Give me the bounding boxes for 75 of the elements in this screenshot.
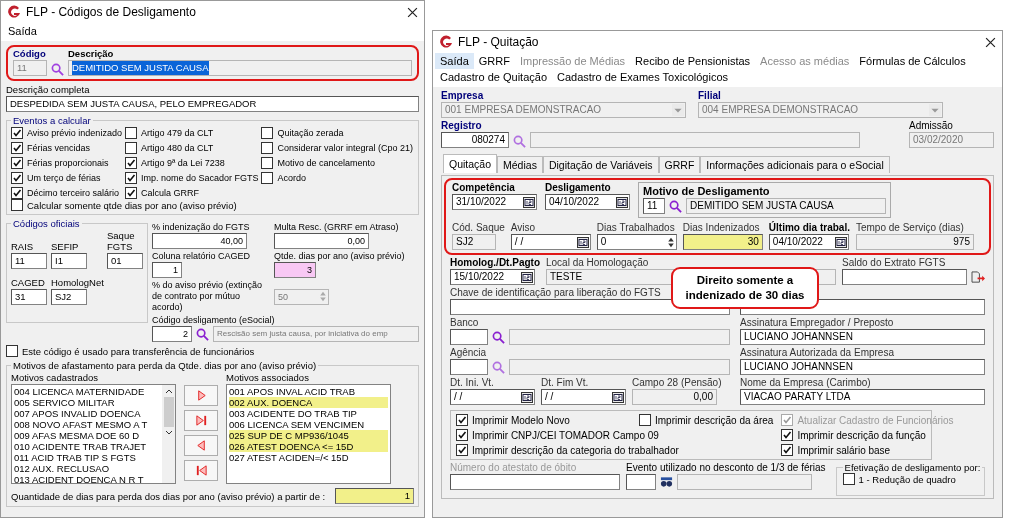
checkbox-label: Calcular somente qtde dias por ano (aviso prévio) bbox=[27, 199, 237, 211]
field-label: Admissão bbox=[909, 120, 953, 131]
field-label: Assinatura Empregador / Preposto bbox=[740, 317, 894, 328]
checkbox-label: Imprimir Modelo Novo bbox=[472, 414, 570, 426]
group-title: Eventos a calcular bbox=[12, 115, 92, 126]
field-label: Registro bbox=[441, 120, 482, 131]
list-label: Motivos cadastrados bbox=[11, 372, 99, 383]
checkbox-label: Artigo 9ª da Lei 7238 bbox=[140, 158, 225, 168]
field-label: HomologNet bbox=[51, 277, 104, 288]
field-label: Motivo de Desligamento bbox=[643, 185, 770, 197]
field-label: Tempo de Serviço (dias) bbox=[855, 222, 964, 233]
field-label: Saque FGTS bbox=[107, 230, 135, 252]
field-label: Local da Homologação bbox=[546, 257, 649, 268]
checkbox-label: 1 - Redução de quadro bbox=[858, 473, 956, 485]
checkbox-label: Férias vencidas bbox=[27, 143, 91, 153]
checkbox-label: Décimo terceiro salário bbox=[27, 188, 120, 198]
checkbox-label: Um terço de férias bbox=[27, 173, 101, 183]
checkbox-label: Atualizar Cadastro de Funcionários bbox=[797, 414, 954, 426]
checkbox-label: Imprimir descrição da função bbox=[797, 429, 926, 441]
checkbox-label: Motivo de cancelamento bbox=[277, 158, 376, 168]
window-title: FLP - Quitação bbox=[458, 35, 539, 49]
checkbox-label: Quitação zerada bbox=[277, 128, 344, 138]
field-label: Agência bbox=[450, 347, 487, 358]
field-label: Desligamento bbox=[545, 182, 611, 193]
field-label: Banco bbox=[450, 317, 479, 328]
field-label: Número do atestato de óbito bbox=[450, 462, 577, 473]
field-label: Descrição bbox=[68, 48, 114, 59]
field-label: Campo 28 (Pensão) bbox=[632, 377, 722, 388]
checkbox-label: Este código é usado para transferência de funcionários bbox=[22, 345, 255, 357]
checkbox-label: Acordo bbox=[277, 173, 306, 183]
field-label: Aviso bbox=[510, 222, 536, 233]
checkbox-label: Imp. nome do Sacador FGTS bbox=[140, 173, 259, 183]
field-label: Assinatura Autorizada da Empresa bbox=[740, 347, 894, 358]
field-label: Saldo do Extrato FGTS bbox=[842, 257, 946, 268]
checkbox-label: Aviso prévio indenizado bbox=[27, 128, 122, 138]
checkbox-label: Artigo 479 da CLT bbox=[140, 128, 214, 138]
checkbox-label: Férias proporcionais bbox=[27, 158, 109, 168]
field-label: Dias Indenizados bbox=[682, 222, 760, 233]
field-label: Filial bbox=[698, 90, 721, 101]
field-label: Descrição completa bbox=[6, 84, 90, 95]
field-label: Dt. Ini. Vt. bbox=[450, 377, 494, 388]
field-label: % do aviso prévio (extinção de contrato por mútuo acordo) bbox=[152, 280, 264, 313]
annotation-tooltip: Direito somente a indenizado de 30 dias bbox=[671, 267, 819, 309]
checkbox-label: Imprimir descrição da categoria do trabalhador bbox=[472, 444, 679, 456]
checkbox-label: Imprimir descrição da área bbox=[655, 414, 774, 426]
field-label: Código desligamento (eSocial) bbox=[152, 315, 275, 325]
checkbox-label: Calcula GRRF bbox=[140, 188, 199, 198]
window-title: FLP - Códigos de Desligamento bbox=[26, 5, 196, 19]
field-label: Nome da Empresa (Carimbo) bbox=[740, 377, 871, 388]
list-label: Motivos associados bbox=[226, 372, 309, 383]
field-label: Código bbox=[13, 48, 46, 59]
field-label: CAGED bbox=[11, 277, 45, 288]
field-label: Evento utilizado no desconto de 1/3 de férias bbox=[626, 462, 826, 473]
checkbox-label: Imprimir CNPJ/CEI TOMADOR Campo 09 bbox=[472, 429, 659, 441]
group-title: Efetivação de desligamento por: bbox=[843, 462, 982, 473]
group-title: Códigos oficiais bbox=[12, 218, 81, 229]
field-label: Dias Trabalhados bbox=[596, 222, 675, 233]
field-label: Empresa bbox=[441, 90, 484, 101]
field-label: Coluna relatório CAGED bbox=[152, 251, 251, 261]
field-label: SEFIP bbox=[51, 241, 79, 252]
field-label: Qtde. dias por ano (aviso prévio) bbox=[274, 251, 405, 261]
checkbox-label: Considerar valor integral (Cpo 21) bbox=[277, 143, 414, 153]
field-label: Dt. Fim Vt. bbox=[541, 377, 589, 388]
field-label: Quantidade de dias para perda dos dias por ano (aviso prévio) a partir de : bbox=[11, 490, 326, 502]
field-label: Multa Resc. (GRRF em Atraso) bbox=[274, 222, 399, 232]
field-label: % indenização do FGTS bbox=[152, 222, 250, 232]
field-label: Último dia trabal. bbox=[768, 222, 850, 233]
checkbox-label: Imprimir salário base bbox=[797, 444, 891, 456]
field-label: Competência bbox=[452, 182, 515, 193]
checkbox-label: Artigo 480 da CLT bbox=[140, 143, 214, 153]
group-title: Motivos de afastamento para perda da Qtde. dias por ano (aviso prévio) bbox=[12, 360, 318, 371]
field-label: RAIS bbox=[11, 241, 34, 252]
field-label: Homolog./Dt.Pagto bbox=[450, 257, 540, 268]
field-label: Chave de identificação para liberação do FGTS bbox=[450, 287, 661, 298]
field-label: Cód. Saque bbox=[452, 222, 505, 233]
